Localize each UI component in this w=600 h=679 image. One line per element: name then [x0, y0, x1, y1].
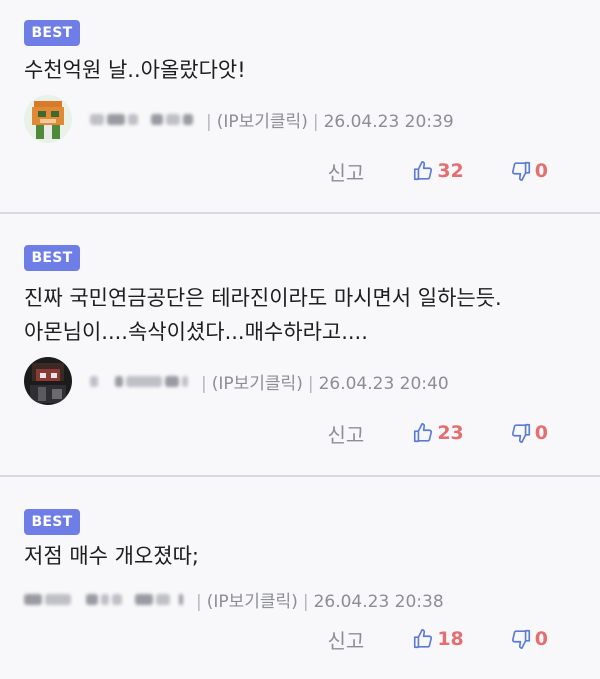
- like-button[interactable]: 18: [412, 628, 464, 650]
- dislike-button[interactable]: 0: [510, 160, 548, 182]
- like-button[interactable]: 32: [412, 160, 464, 182]
- comment-meta-info: | (IP보기클릭) | 26.04.23 20:39: [206, 111, 454, 132]
- dislike-count: 0: [534, 160, 548, 182]
- report-button[interactable]: 신고: [328, 625, 365, 654]
- comment-divider: [0, 475, 600, 477]
- username-blurred: [90, 375, 188, 387]
- comment-actions: 신고 32 0: [328, 156, 549, 186]
- comment-timestamp: 26.04.23 20:40: [318, 373, 449, 394]
- comment-meta-info: | (IP보기클릭) | 26.04.23 20:38: [196, 591, 444, 612]
- comment-actions: 신고 18 0: [328, 624, 549, 654]
- dislike-button[interactable]: 0: [510, 628, 548, 650]
- username-blurred: [24, 593, 183, 605]
- user-avatar[interactable]: [24, 357, 72, 405]
- comment-divider: [0, 212, 600, 214]
- user-avatar[interactable]: [24, 95, 72, 143]
- best-badge: BEST: [24, 509, 80, 535]
- like-count: 23: [437, 422, 464, 444]
- ip-view-link[interactable]: (IP보기클릭): [212, 374, 303, 394]
- thumbs-down-icon: [511, 161, 530, 181]
- username-blurred: [90, 113, 193, 125]
- comment-line: 아몬님이....속삭이셨다...매수하라고....: [24, 320, 368, 344]
- thumbs-up-icon: [414, 161, 433, 181]
- thumbs-up-icon: [414, 629, 433, 649]
- like-count: 18: [437, 628, 464, 650]
- dislike-count: 0: [534, 628, 548, 650]
- report-button[interactable]: 신고: [328, 419, 365, 448]
- comment-text: 진짜 국민연금공단은 테라진이라도 마시면서 일하는듯. 아몬님이....속삭이…: [24, 281, 502, 349]
- comment-actions: 신고 23 0: [328, 418, 549, 448]
- comment-timestamp: 26.04.23 20:38: [313, 591, 444, 612]
- like-count: 32: [437, 160, 464, 182]
- thumbs-down-icon: [511, 423, 530, 443]
- comment-meta: | (IP보기클릭) | 26.04.23 20:38: [6, 574, 444, 624]
- best-badge: BEST: [24, 20, 80, 46]
- comment-meta-info: | (IP보기클릭) | 26.04.23 20:40: [201, 373, 449, 394]
- comment-text: 수천억원 날..아올랐다앗!: [24, 53, 246, 87]
- thumbs-up-icon: [414, 423, 433, 443]
- comment-text: 저점 매수 개오졌따;: [24, 539, 199, 573]
- comment-line: 진짜 국민연금공단은 테라진이라도 마시면서 일하는듯.: [24, 286, 502, 310]
- comment-line: 수천억원 날..아올랐다앗!: [24, 58, 246, 82]
- thumbs-down-icon: [511, 629, 530, 649]
- comment-timestamp: 26.04.23 20:39: [323, 111, 454, 132]
- dislike-count: 0: [534, 422, 548, 444]
- report-button[interactable]: 신고: [328, 157, 365, 186]
- comment-line: 저점 매수 개오졌따;: [24, 544, 199, 568]
- like-button[interactable]: 23: [412, 422, 464, 444]
- ip-view-link[interactable]: (IP보기클릭): [207, 592, 298, 612]
- comment-meta: | (IP보기클릭) | 26.04.23 20:39: [24, 94, 454, 144]
- best-badge: BEST: [24, 245, 80, 271]
- comment-meta: | (IP보기클릭) | 26.04.23 20:40: [24, 356, 449, 406]
- ip-view-link[interactable]: (IP보기클릭): [217, 112, 308, 132]
- dislike-button[interactable]: 0: [510, 422, 548, 444]
